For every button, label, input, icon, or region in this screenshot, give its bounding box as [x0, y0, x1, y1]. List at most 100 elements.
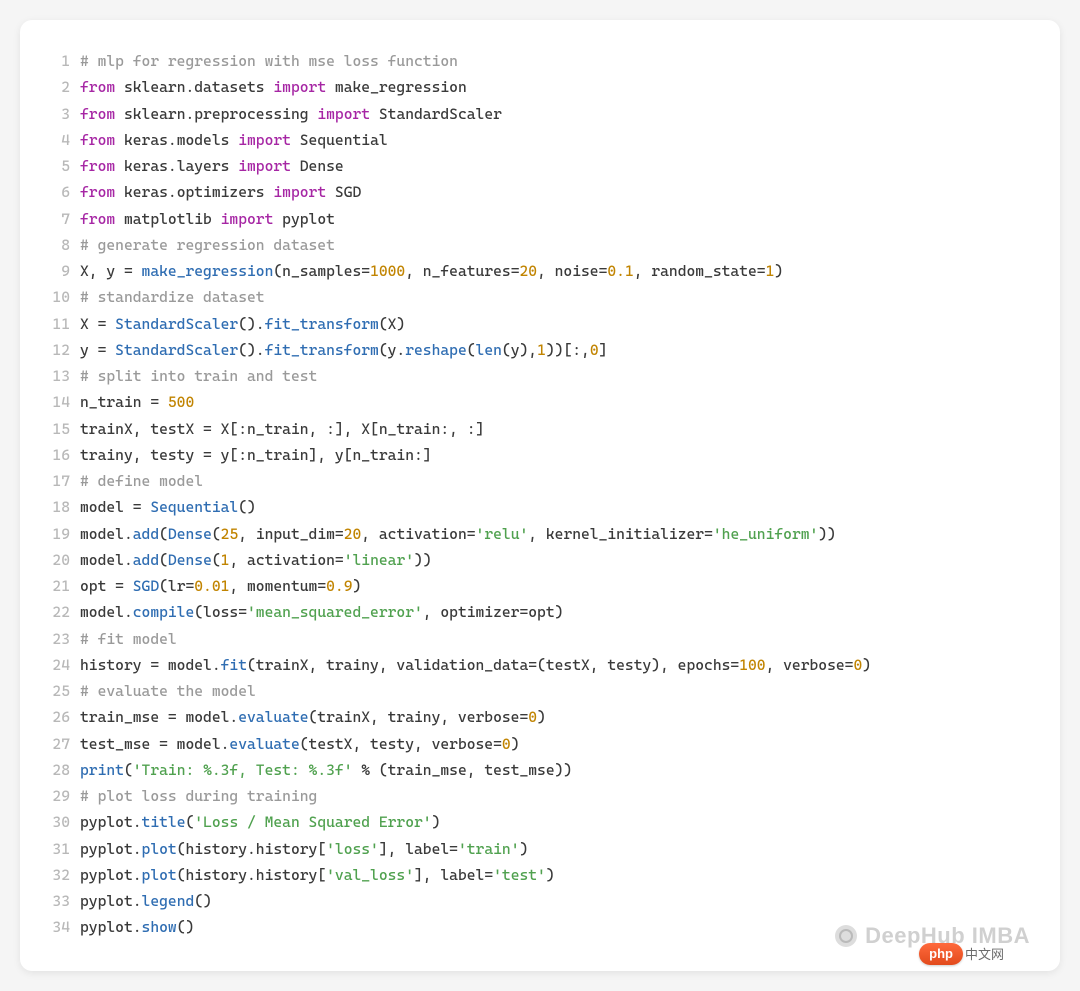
code-line: 9 X, y = make_regression(n_samples=1000, …	[46, 258, 1034, 284]
code-line: 1 # mlp for regression with mse loss func…	[46, 48, 1034, 74]
code-line: 10 # standardize dataset	[46, 284, 1034, 310]
line-code: X = StandardScaler().fit_transform(X)	[80, 311, 1034, 337]
line-number: 32	[46, 862, 70, 888]
code-line: 29 # plot loss during training	[46, 783, 1034, 809]
code-line: 23 # fit model	[46, 626, 1034, 652]
line-code: from sklearn.datasets import make_regres…	[80, 74, 1034, 100]
code-line: 24 history = model.fit(trainX, trainy, va…	[46, 652, 1034, 678]
code-line: 11 X = StandardScaler().fit_transform(X)	[46, 311, 1034, 337]
code-line: 6from keras.optimizers import SGD	[46, 179, 1034, 205]
code-line: 33 pyplot.legend()	[46, 888, 1034, 914]
line-number: 13	[46, 363, 70, 389]
line-code: X, y = make_regression(n_samples=1000, n…	[80, 258, 1034, 284]
line-code: trainX, testX = X[:n_train, :], X[n_trai…	[80, 416, 1034, 442]
line-code: test_mse = model.evaluate(testX, testy, …	[80, 731, 1034, 757]
line-number: 10	[46, 284, 70, 310]
code-line: 32 pyplot.plot(history.history['val_loss'…	[46, 862, 1034, 888]
line-code: n_train = 500	[80, 389, 1034, 415]
line-number: 21	[46, 573, 70, 599]
line-code: train_mse = model.evaluate(trainX, train…	[80, 704, 1034, 730]
code-line: 17# define model	[46, 468, 1034, 494]
wechat-icon	[835, 925, 857, 947]
line-number: 12	[46, 337, 70, 363]
code-line: 3 from sklearn.preprocessing import Stand…	[46, 101, 1034, 127]
line-code: pyplot.legend()	[80, 888, 1034, 914]
line-code: history = model.fit(trainX, trainy, vali…	[80, 652, 1034, 678]
code-line: 7 from matplotlib import pyplot	[46, 206, 1034, 232]
line-number: 1	[46, 48, 70, 74]
line-code: pyplot.title('Loss / Mean Squared Error'…	[80, 809, 1034, 835]
code-line: 12y = StandardScaler().fit_transform(y.r…	[46, 337, 1034, 363]
line-number: 4	[46, 127, 70, 153]
line-code: model.compile(loss='mean_squared_error',…	[80, 599, 1034, 625]
line-number: 25	[46, 678, 70, 704]
code-line: 21 opt = SGD(lr=0.01, momentum=0.9)	[46, 573, 1034, 599]
line-number: 8	[46, 232, 70, 258]
line-number: 2	[46, 74, 70, 100]
code-line: 15 trainX, testX = X[:n_train, :], X[n_tr…	[46, 416, 1034, 442]
line-number: 5	[46, 153, 70, 179]
code-line: 25 # evaluate the model	[46, 678, 1034, 704]
line-number: 20	[46, 547, 70, 573]
badge-pill: php	[919, 943, 963, 965]
code-line: 20 model.add(Dense(1, activation='linear'…	[46, 547, 1034, 573]
line-number: 14	[46, 389, 70, 415]
code-line: 18 model = Sequential()	[46, 494, 1034, 520]
line-number: 27	[46, 731, 70, 757]
line-number: 30	[46, 809, 70, 835]
line-code: # mlp for regression with mse loss funct…	[80, 48, 1034, 74]
line-number: 11	[46, 311, 70, 337]
code-line: 5 from keras.layers import Dense	[46, 153, 1034, 179]
line-number: 34	[46, 914, 70, 940]
line-code: # generate regression dataset	[80, 232, 1034, 258]
line-number: 31	[46, 836, 70, 862]
line-code: trainy, testy = y[:n_train], y[n_train:]	[80, 442, 1034, 468]
line-code: from keras.optimizers import SGD	[80, 179, 1034, 205]
line-code: pyplot.plot(history.history['val_loss'],…	[80, 862, 1034, 888]
line-number: 29	[46, 783, 70, 809]
code-line: 30 pyplot.title('Loss / Mean Squared Erro…	[46, 809, 1034, 835]
line-number: 26	[46, 704, 70, 730]
badge-tail: 中文网	[965, 944, 1004, 963]
line-code: # plot loss during training	[80, 783, 1034, 809]
line-code: from keras.models import Sequential	[80, 127, 1034, 153]
line-number: 18	[46, 494, 70, 520]
code-line: 4 from keras.models import Sequential	[46, 127, 1034, 153]
line-number: 24	[46, 652, 70, 678]
line-code: # fit model	[80, 626, 1034, 652]
line-code: from sklearn.preprocessing import Standa…	[80, 101, 1034, 127]
line-number: 7	[46, 206, 70, 232]
code-line: 22 model.compile(loss='mean_squared_error…	[46, 599, 1034, 625]
code-line: 31 pyplot.plot(history.history['loss'], l…	[46, 836, 1034, 862]
line-code: model.add(Dense(25, input_dim=20, activa…	[80, 521, 1034, 547]
line-code: # evaluate the model	[80, 678, 1034, 704]
line-code: from matplotlib import pyplot	[80, 206, 1034, 232]
line-code: model = Sequential()	[80, 494, 1034, 520]
line-code: print('Train: %.3f, Test: %.3f' % (train…	[80, 757, 1034, 783]
line-code: pyplot.plot(history.history['loss'], lab…	[80, 836, 1034, 862]
line-number: 23	[46, 626, 70, 652]
code-line: 8 # generate regression dataset	[46, 232, 1034, 258]
code-line: 16 trainy, testy = y[:n_train], y[n_train…	[46, 442, 1034, 468]
line-number: 16	[46, 442, 70, 468]
line-code: # standardize dataset	[80, 284, 1034, 310]
code-card: 1 # mlp for regression with mse loss func…	[20, 20, 1060, 971]
line-number: 22	[46, 599, 70, 625]
line-code: from keras.layers import Dense	[80, 153, 1034, 179]
line-number: 3	[46, 101, 70, 127]
code-line: 28 print('Train: %.3f, Test: %.3f' % (tra…	[46, 757, 1034, 783]
line-number: 9	[46, 258, 70, 284]
line-code: model.add(Dense(1, activation='linear'))	[80, 547, 1034, 573]
line-number: 15	[46, 416, 70, 442]
line-number: 28	[46, 757, 70, 783]
site-badge: php 中文网	[919, 943, 1004, 965]
line-code: # define model	[80, 468, 1034, 494]
code-listing: 1 # mlp for regression with mse loss func…	[46, 48, 1034, 941]
line-number: 19	[46, 521, 70, 547]
code-line: 19 model.add(Dense(25, input_dim=20, acti…	[46, 521, 1034, 547]
code-line: 27 test_mse = model.evaluate(testX, testy…	[46, 731, 1034, 757]
code-line: 14 n_train = 500	[46, 389, 1034, 415]
line-code: opt = SGD(lr=0.01, momentum=0.9)	[80, 573, 1034, 599]
line-number: 33	[46, 888, 70, 914]
code-line: 26 train_mse = model.evaluate(trainX, tra…	[46, 704, 1034, 730]
